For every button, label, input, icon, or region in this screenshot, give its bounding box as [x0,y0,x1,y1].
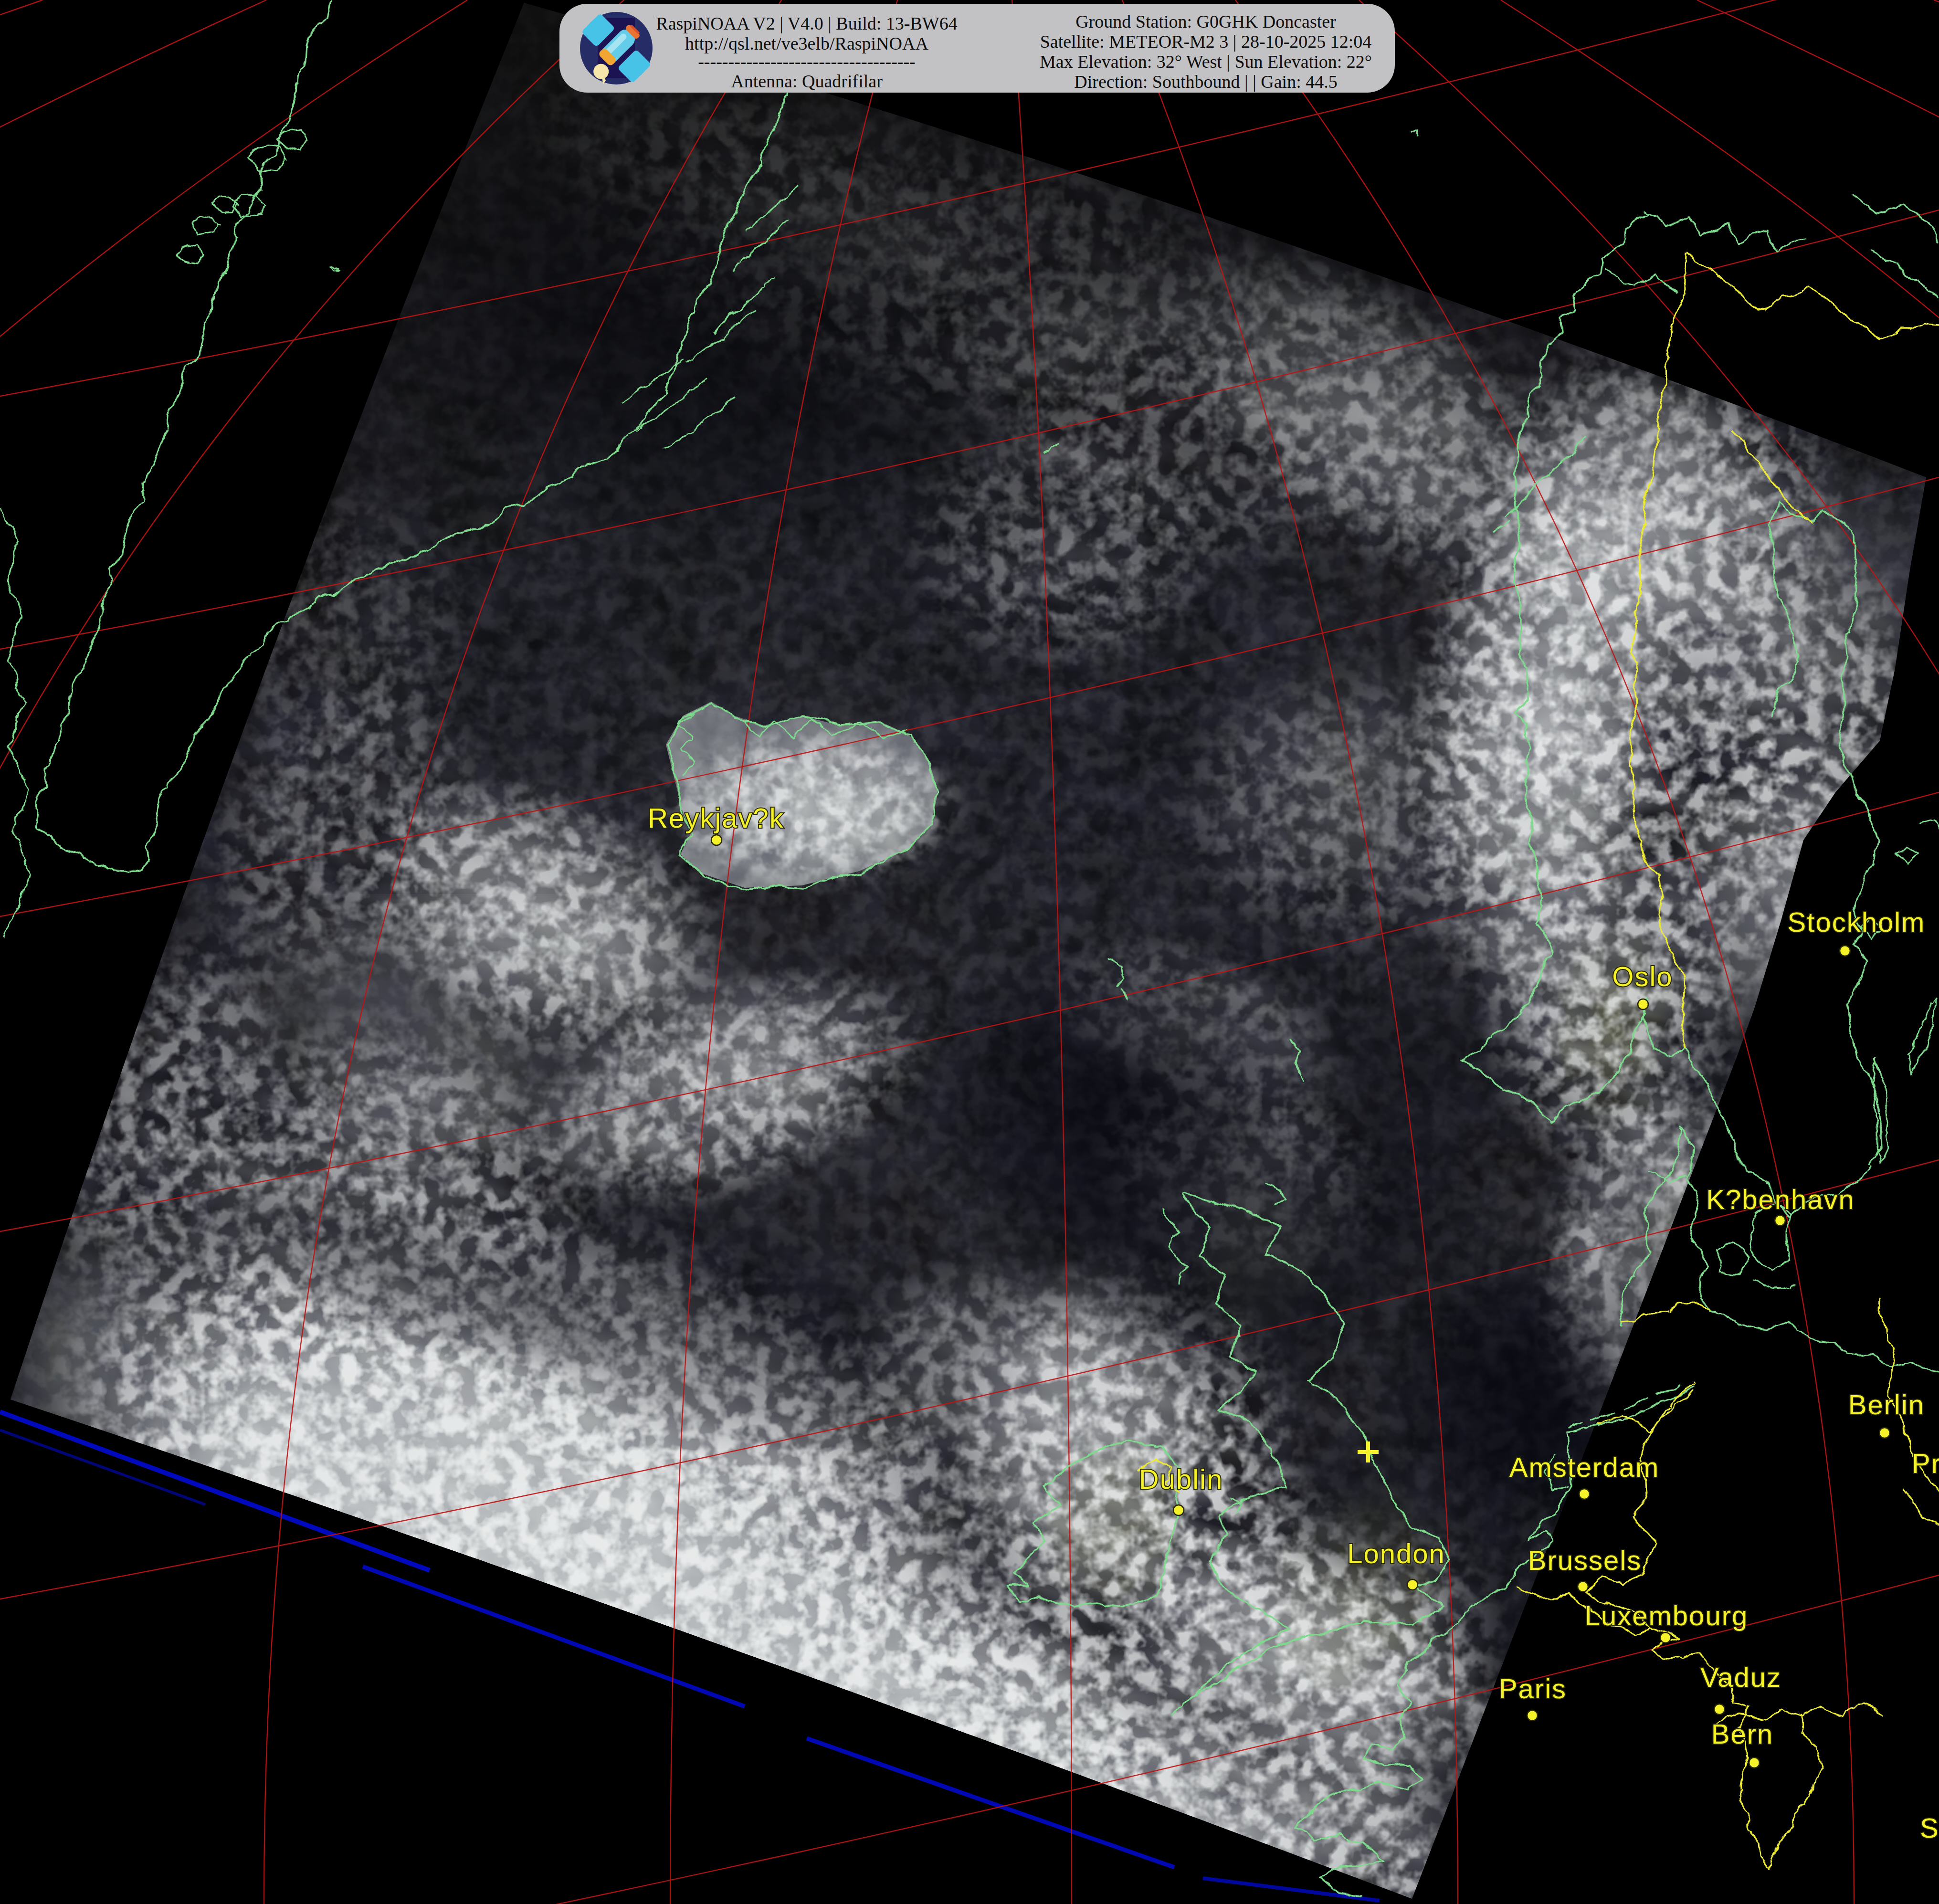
svg-text:Reykjav?k: Reykjav?k [648,802,784,833]
svg-text:K?benhavn: K?benhavn [1706,1184,1855,1215]
svg-text:Luxembourg: Luxembourg [1585,1600,1748,1631]
svg-text:Oslo: Oslo [1612,961,1673,992]
svg-text:Satellite: METEOR-M2 3 | 28-10: Satellite: METEOR-M2 3 | 28-10-2025 12:0… [1040,32,1372,52]
svg-text:Direction: Southbound | | Gain: Direction: Southbound | | Gain: 44.5 [1074,72,1337,92]
svg-text:S: S [1920,1812,1939,1843]
svg-text:Stockholm: Stockholm [1788,906,1926,937]
svg-text:http://qsl.net/ve3elb/RaspiNOA: http://qsl.net/ve3elb/RaspiNOAA [685,33,928,53]
svg-text:Bern: Bern [1711,1718,1774,1749]
svg-text:Paris: Paris [1499,1673,1567,1704]
svg-text:RaspiNOAA V2 | V4.0 | Build: 1: RaspiNOAA V2 | V4.0 | Build: 13-BW64 [656,13,957,33]
svg-text:Vaduz: Vaduz [1700,1662,1781,1693]
svg-text:Berlin: Berlin [1848,1389,1925,1420]
svg-text:Brussels: Brussels [1528,1545,1642,1576]
svg-text:------------------------------: ------------------------------------ [698,52,916,72]
svg-text:Pr: Pr [1912,1448,1939,1479]
svg-text:London: London [1347,1538,1445,1569]
svg-text:Max Elevation: 32° West | Sun: Max Elevation: 32° West | Sun Elevation:… [1040,52,1372,72]
svg-text:Ground Station: G0GHK Doncaste: Ground Station: G0GHK Doncaster [1075,11,1336,32]
svg-text:Dublin: Dublin [1139,1463,1223,1494]
svg-text:Amsterdam: Amsterdam [1509,1452,1660,1483]
svg-text:Antenna: Quadrifilar: Antenna: Quadrifilar [731,71,883,91]
